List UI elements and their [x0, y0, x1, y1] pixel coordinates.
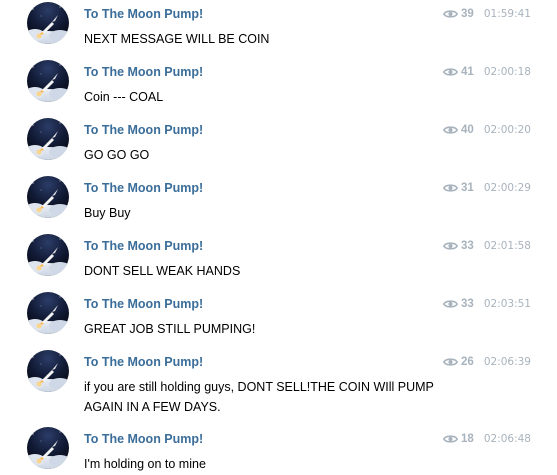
message-time: 02:03:51: [483, 298, 531, 310]
view-count: 33: [461, 240, 474, 252]
view-count: 31: [461, 182, 474, 194]
message-text: Buy Buy: [84, 206, 131, 220]
sender-name[interactable]: To The Moon Pump!: [84, 7, 203, 21]
eye-icon: [443, 299, 458, 309]
view-count: 33: [461, 298, 474, 310]
message-meta: 33 02:03:51: [443, 297, 531, 311]
view-count: 41: [461, 66, 474, 78]
message-time: 02:00:29: [483, 182, 531, 194]
channel-avatar[interactable]: [27, 118, 69, 160]
channel-avatar[interactable]: [27, 176, 69, 218]
view-count: 18: [461, 433, 474, 445]
message-meta: 31 02:00:29: [443, 181, 531, 195]
sender-name[interactable]: To The Moon Pump!: [84, 181, 203, 195]
eye-icon: [443, 183, 458, 193]
message-time: 02:00:20: [483, 124, 531, 136]
eye-icon: [443, 434, 458, 444]
message-meta: 40 02:00:20: [443, 123, 531, 137]
eye-icon: [443, 357, 458, 367]
view-count: 40: [461, 124, 474, 136]
eye-icon: [443, 67, 458, 77]
eye-icon: [443, 125, 458, 135]
message-meta: 26 02:06:39: [443, 355, 531, 369]
message-meta: 18 02:06:48: [443, 432, 531, 446]
message-time: 02:00:18: [483, 66, 531, 78]
message-text: GREAT JOB STILL PUMPING!: [84, 322, 256, 336]
message-text: if you are still holding guys, DONT SELL…: [84, 380, 434, 414]
sender-name[interactable]: To The Moon Pump!: [84, 239, 203, 253]
message-text: Coin --- COAL: [84, 90, 164, 104]
sender-name[interactable]: To The Moon Pump!: [84, 65, 203, 79]
message-time: 01:59:41: [483, 8, 531, 20]
channel-avatar[interactable]: [27, 60, 69, 102]
message-meta: 39 01:59:41: [443, 7, 531, 21]
message-text: GO GO GO: [84, 148, 150, 162]
channel-avatar[interactable]: [27, 427, 69, 469]
sender-name[interactable]: To The Moon Pump!: [84, 297, 203, 311]
message-text: NEXT MESSAGE WILL BE COIN: [84, 32, 270, 46]
channel-avatar[interactable]: [27, 2, 69, 44]
message-time: 02:06:48: [483, 433, 531, 445]
eye-icon: [443, 241, 458, 251]
sender-name[interactable]: To The Moon Pump!: [84, 355, 203, 369]
eye-icon: [443, 9, 458, 19]
channel-avatar[interactable]: [27, 350, 69, 392]
channel-avatar[interactable]: [27, 234, 69, 276]
message-meta: 33 02:01:58: [443, 239, 531, 253]
sender-name[interactable]: To The Moon Pump!: [84, 432, 203, 446]
channel-avatar[interactable]: [27, 292, 69, 334]
view-count: 26: [461, 356, 474, 368]
message-text: DONT SELL WEAK HANDS: [84, 264, 241, 278]
message-time: 02:06:39: [483, 356, 531, 368]
sender-name[interactable]: To The Moon Pump!: [84, 123, 203, 137]
message-time: 02:01:58: [483, 240, 531, 252]
message-meta: 41 02:00:18: [443, 65, 531, 79]
message-text: I'm holding on to mine: [84, 457, 206, 471]
view-count: 39: [461, 8, 474, 20]
